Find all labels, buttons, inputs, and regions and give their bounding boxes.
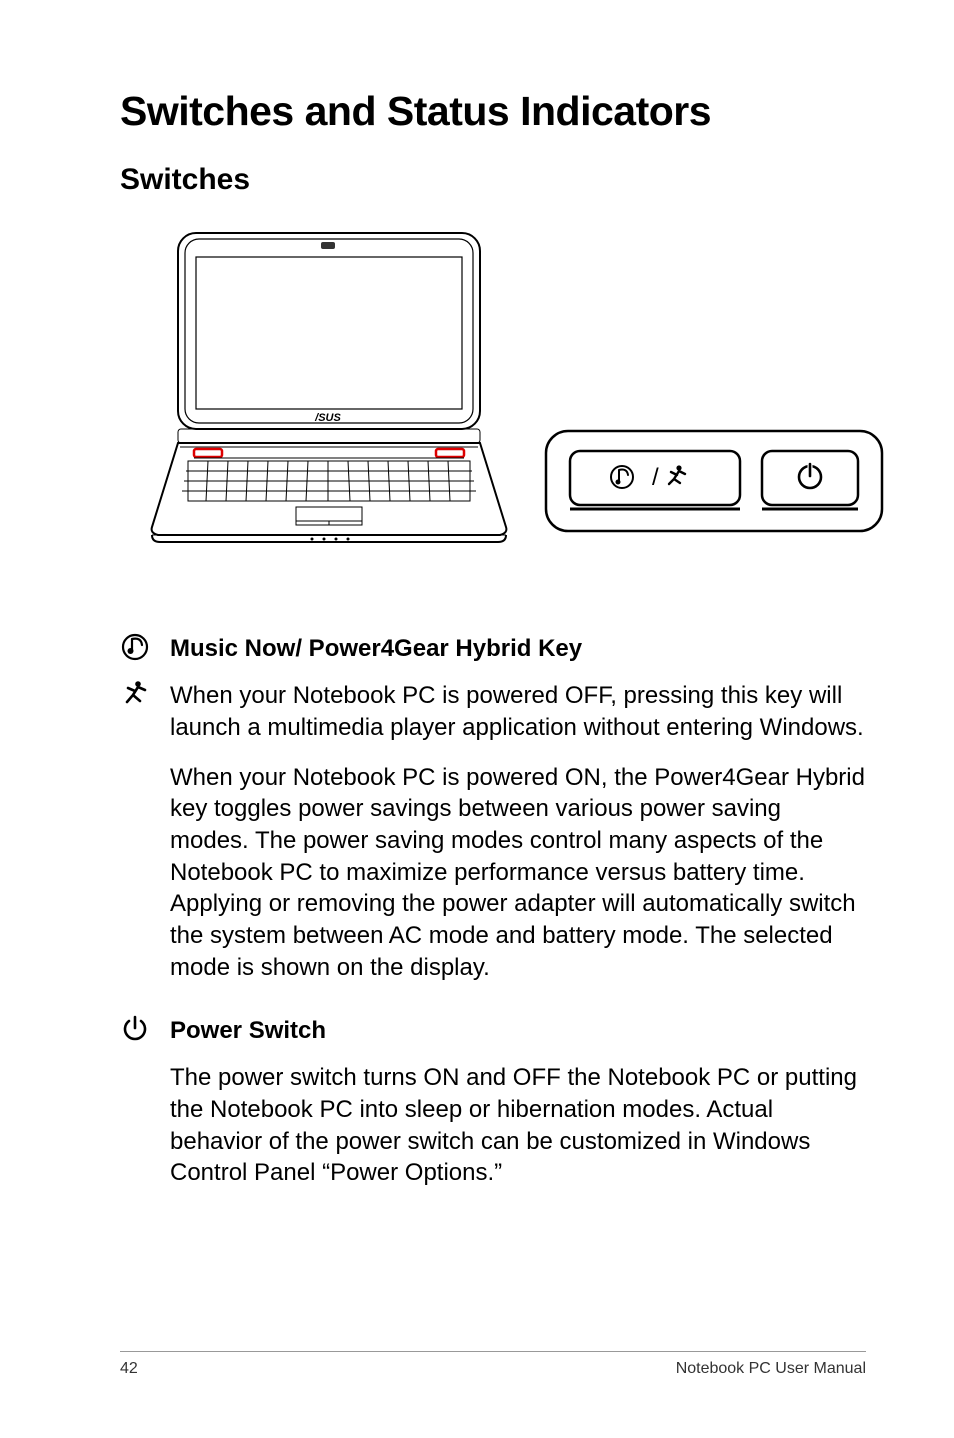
runner-icon xyxy=(121,680,149,708)
page-number: 42 xyxy=(120,1360,138,1378)
power-heading-text: Power Switch xyxy=(170,1015,326,1046)
button-panel-illustration: / xyxy=(544,429,884,543)
section-subtitle: Switches xyxy=(120,163,866,197)
power-icon xyxy=(121,1015,149,1043)
music-section-heading: Music Now/ Power4Gear Hybrid Key xyxy=(120,633,866,664)
power-body-p1: The power switch turns ON and OFF the No… xyxy=(170,1062,866,1189)
manual-title: Notebook PC User Manual xyxy=(676,1360,866,1378)
music-body-p1: When your Notebook PC is powered OFF, pr… xyxy=(170,680,866,743)
figure-row: /SUS xyxy=(138,231,866,543)
music-body-p2: When your Notebook PC is powered ON, the… xyxy=(170,762,866,984)
svg-text:/: / xyxy=(652,464,659,491)
power-section-heading: Power Switch xyxy=(120,1015,866,1046)
laptop-illustration: /SUS xyxy=(138,231,520,543)
music-now-icon xyxy=(121,633,149,661)
page-footer: 42 Notebook PC User Manual xyxy=(120,1351,866,1378)
page-title: Switches and Status Indicators xyxy=(120,88,866,135)
music-heading-text: Music Now/ Power4Gear Hybrid Key xyxy=(170,633,582,664)
svg-text:/SUS: /SUS xyxy=(314,412,341,424)
